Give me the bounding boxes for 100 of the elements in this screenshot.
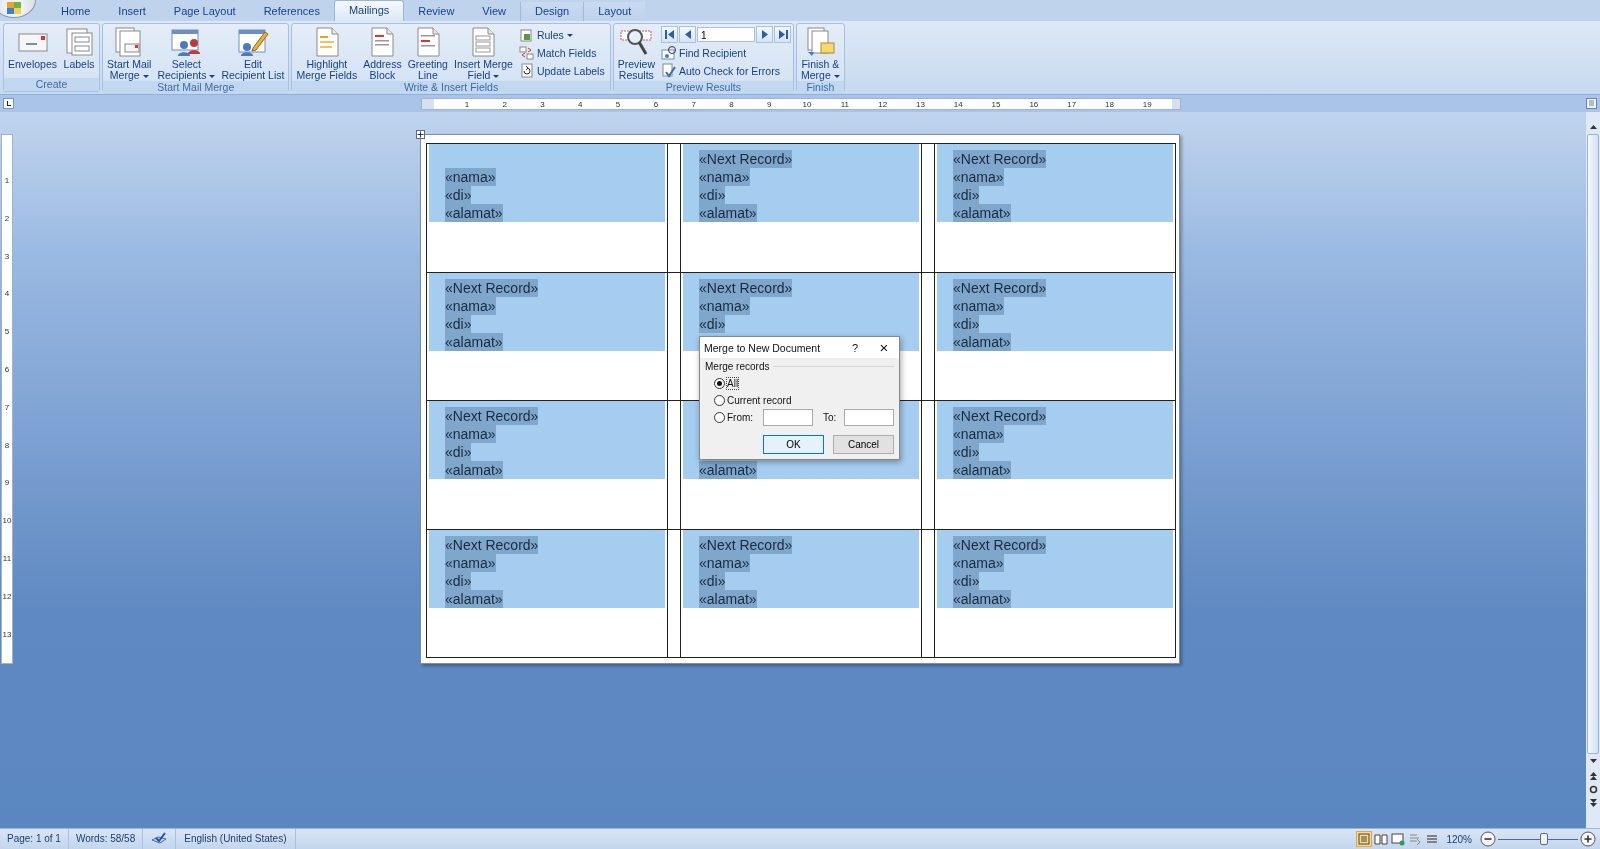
ruler-number: 1 bbox=[463, 98, 471, 109]
ok-button[interactable]: OK bbox=[763, 435, 824, 454]
ribbon-button[interactable]: Labels bbox=[61, 26, 98, 78]
merge-field: «alamat» bbox=[699, 204, 757, 222]
table-move-handle-icon[interactable] bbox=[416, 130, 425, 139]
ruler-number: 11 bbox=[839, 98, 850, 109]
ribbon-tab[interactable]: Insert bbox=[104, 2, 160, 21]
input-field[interactable] bbox=[844, 409, 894, 426]
ruler-number: 12 bbox=[877, 98, 889, 109]
horizontal-ruler[interactable]: 1 2 3 4 5 6 7 8 9 10 11 12 13 14 15 16 17 18 19 bbox=[421, 97, 1181, 110]
status-text[interactable]: English (United States) bbox=[176, 829, 296, 849]
merge-field: «alamat» bbox=[445, 204, 503, 222]
status-text[interactable]: Words: 58/58 bbox=[68, 829, 144, 849]
scroll-down-icon[interactable] bbox=[1588, 757, 1598, 766]
view-button[interactable] bbox=[1373, 831, 1390, 847]
ruler-number: 17 bbox=[1066, 98, 1078, 109]
ribbon-button[interactable]: Start Mail Merge bbox=[105, 26, 154, 81]
merge-field: «alamat» bbox=[445, 461, 503, 479]
merge-field: «alamat» bbox=[699, 461, 757, 479]
ribbon-button[interactable]: Match Fields bbox=[518, 44, 608, 61]
merge-field: «Next Record» bbox=[445, 407, 539, 425]
merge-field: «alamat» bbox=[953, 461, 1011, 479]
ribbon-button[interactable]: Address Block bbox=[361, 26, 404, 81]
ribbon-button[interactable]: Select Recipients bbox=[155, 26, 218, 81]
first-record-icon[interactable] bbox=[663, 28, 676, 41]
ruler-number: 18 bbox=[1104, 98, 1115, 109]
merge-field: «Next Record» bbox=[953, 150, 1047, 168]
zoom-level[interactable]: 120% bbox=[1446, 833, 1472, 845]
ribbon-button[interactable]: Auto Check for Errors bbox=[661, 62, 791, 79]
find-icon bbox=[661, 45, 676, 60]
previous-page-icon[interactable] bbox=[1588, 771, 1598, 780]
ribbon-button[interactable]: Find Recipient bbox=[661, 44, 791, 61]
ruler-number: 1 bbox=[3, 175, 11, 187]
scrollbar[interactable] bbox=[1586, 112, 1600, 828]
ribbon-tab[interactable]: Design bbox=[520, 2, 584, 21]
ribbon-tab[interactable]: Home bbox=[47, 2, 105, 21]
ribbon-button[interactable]: Edit Recipient List bbox=[219, 26, 287, 81]
view-button[interactable] bbox=[1390, 831, 1407, 847]
merge-field: «alamat» bbox=[953, 332, 1011, 351]
scroll-thumb[interactable] bbox=[1587, 134, 1599, 754]
ribbon-button[interactable]: Rules bbox=[518, 26, 608, 43]
radio-button[interactable]: From: bbox=[714, 412, 754, 423]
merge-field: «nama» bbox=[445, 168, 496, 186]
ribbon-tab[interactable]: References bbox=[249, 2, 334, 21]
browse-object-icon[interactable] bbox=[1588, 785, 1598, 794]
group-title: Merge records bbox=[705, 361, 770, 372]
ribbon-button[interactable]: Envelopes bbox=[6, 26, 60, 78]
field-label: To: bbox=[822, 412, 837, 423]
merge-field: «nama» bbox=[953, 168, 1004, 186]
merge-field: «di» bbox=[445, 186, 472, 204]
ribbon-tab[interactable]: Layout bbox=[583, 2, 646, 21]
merge-field: «nama» bbox=[699, 168, 750, 186]
record-field[interactable]: 1 bbox=[697, 27, 755, 42]
scroll-up-icon[interactable] bbox=[1588, 122, 1598, 131]
radio-button[interactable]: All bbox=[714, 378, 739, 389]
tab-stop-button[interactable] bbox=[3, 98, 14, 109]
arrows-icon bbox=[518, 45, 534, 60]
ruler-number: 3 bbox=[3, 250, 11, 263]
last-record-icon[interactable] bbox=[776, 28, 789, 41]
ribbon-button[interactable]: Greeting Line bbox=[405, 26, 450, 81]
check-icon bbox=[661, 63, 676, 78]
ribbon-tab[interactable]: View bbox=[468, 2, 520, 21]
input-field[interactable] bbox=[763, 409, 813, 426]
next-page-icon[interactable] bbox=[1588, 799, 1598, 808]
ribbon-button[interactable]: Preview Results bbox=[615, 26, 657, 81]
web-layout-icon bbox=[1391, 832, 1406, 846]
ribbon-tab[interactable]: Review bbox=[404, 2, 469, 21]
book-check-icon[interactable] bbox=[150, 832, 169, 846]
ruler-number: 9 bbox=[3, 477, 11, 490]
draft-icon bbox=[1425, 832, 1440, 846]
ribbon-button[interactable]: Finish & Merge bbox=[799, 26, 842, 81]
zoom-out-icon[interactable] bbox=[1480, 831, 1496, 847]
ribbon-tab[interactable]: Mailings bbox=[333, 0, 405, 21]
ruler-number: 8 bbox=[3, 439, 11, 452]
radio-button[interactable]: Current record bbox=[714, 395, 792, 406]
ribbon-button[interactable]: Update Labels bbox=[518, 62, 608, 79]
ruler-number: 14 bbox=[952, 98, 964, 109]
merge-field: «alamat» bbox=[699, 589, 757, 608]
ruler-toggle-icon[interactable] bbox=[1586, 98, 1597, 109]
zoom-in-icon[interactable] bbox=[1580, 831, 1596, 847]
refresh-icon bbox=[518, 63, 534, 78]
status-text[interactable]: Page: 1 of 1 bbox=[0, 829, 69, 849]
merge-field: «alamat» bbox=[953, 204, 1011, 222]
vertical-ruler[interactable]: 1 2 3 4 5 6 7 8 9 10 11 12 13 bbox=[1, 134, 13, 664]
merge-field: «Next Record» bbox=[953, 278, 1047, 297]
close-button[interactable]: × bbox=[869, 339, 899, 356]
ribbon-button[interactable]: Insert Merge Field bbox=[451, 26, 515, 81]
cancel-button[interactable]: Cancel bbox=[833, 435, 894, 454]
ribbon-tab[interactable]: Page Layout bbox=[159, 2, 250, 21]
merge-field: «alamat» bbox=[445, 332, 503, 351]
ribbon-button[interactable]: Highlight Merge Fields bbox=[294, 26, 360, 81]
ruler-number: 2 bbox=[501, 98, 508, 109]
merge-field: «Next Record» bbox=[445, 535, 539, 554]
help-button[interactable]: ? bbox=[841, 341, 869, 354]
merge-field: «Next Record» bbox=[445, 278, 539, 297]
group-label: Preview Results bbox=[613, 81, 793, 94]
outline-icon bbox=[1408, 832, 1423, 846]
documents-icon bbox=[804, 26, 837, 58]
ruler-number: 10 bbox=[801, 98, 813, 109]
ruler-number: 3 bbox=[539, 98, 546, 109]
